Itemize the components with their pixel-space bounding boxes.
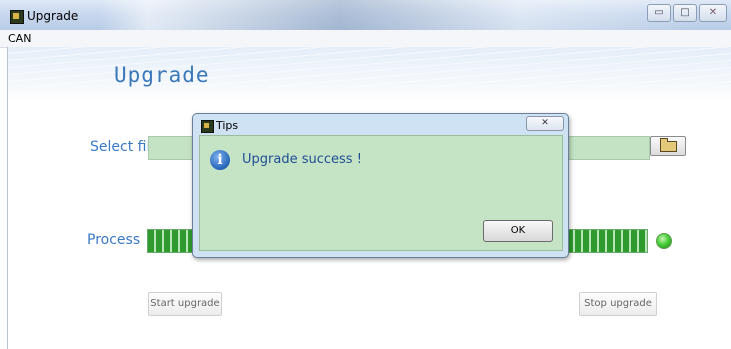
- close-button[interactable]: ✕: [699, 4, 727, 22]
- title-bar-glass: [100, 0, 700, 30]
- maximize-button[interactable]: □: [673, 4, 697, 22]
- dialog-title: Tips: [216, 119, 239, 132]
- dialog-body: i Upgrade success ! OK: [199, 135, 563, 251]
- dialog-message: Upgrade success !: [242, 152, 362, 167]
- dialog-close-button[interactable]: ✕: [526, 116, 564, 131]
- status-led-icon: [656, 233, 672, 249]
- progress-bar-left: [147, 229, 193, 253]
- menu-bar: CAN: [0, 30, 731, 48]
- window-title-bar[interactable]: Upgrade ▭ □ ✕: [0, 0, 731, 31]
- folder-open-icon: [660, 138, 677, 152]
- minimize-button[interactable]: ▭: [647, 4, 671, 22]
- ok-button[interactable]: OK: [483, 220, 553, 242]
- start-upgrade-button[interactable]: Start upgrade: [148, 292, 222, 316]
- browse-button[interactable]: [650, 136, 686, 156]
- app-icon: [10, 10, 24, 24]
- window-title: Upgrade: [27, 9, 79, 23]
- stop-upgrade-button[interactable]: Stop upgrade: [579, 292, 657, 316]
- progress-bar-right: [566, 229, 648, 253]
- page-title: Upgrade: [114, 63, 210, 87]
- dialog-app-icon: [201, 120, 214, 133]
- tips-dialog: Tips ✕ i Upgrade success ! OK: [192, 113, 569, 258]
- info-icon: i: [210, 150, 230, 170]
- process-label: Process: [87, 232, 141, 248]
- window-controls: ▭ □ ✕: [645, 4, 727, 22]
- menu-item-can[interactable]: CAN: [8, 32, 31, 45]
